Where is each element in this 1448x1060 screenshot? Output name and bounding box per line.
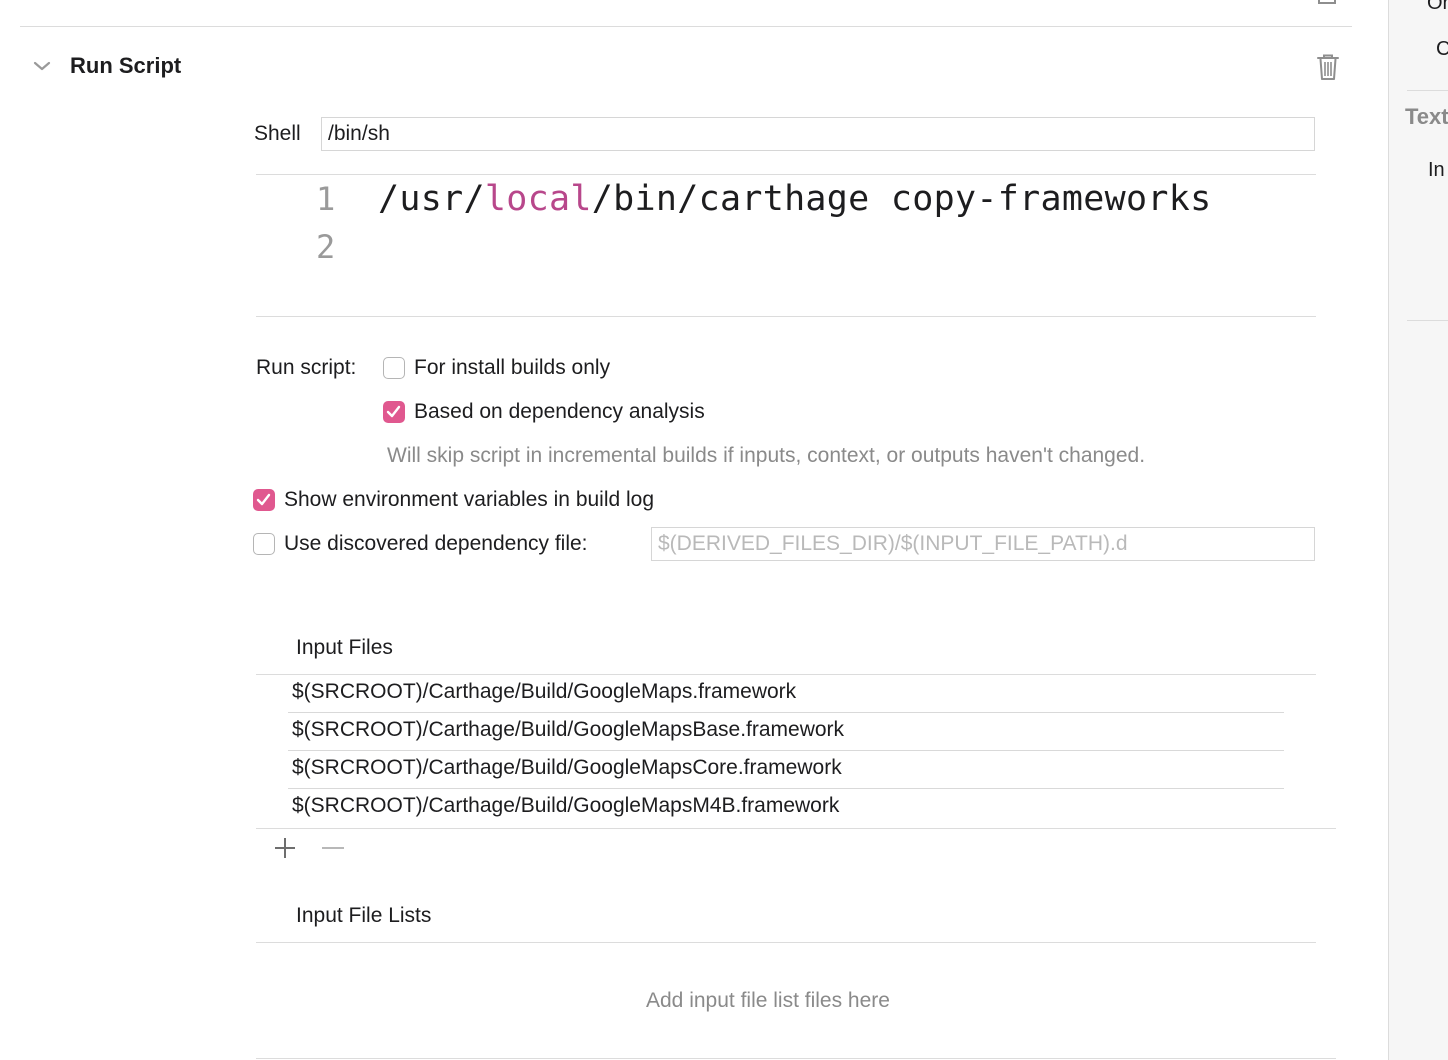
input-file-path: $(SRCROOT)/Carthage/Build/GoogleMapsBase… bbox=[292, 718, 845, 741]
input-file-lists-empty-hint: Add input file list files here bbox=[646, 989, 890, 1012]
inspector-panel: Or C Text In bbox=[1388, 0, 1448, 1060]
disclosure-chevron-down-icon[interactable] bbox=[30, 54, 54, 78]
input-file-path: $(SRCROOT)/Carthage/Build/GoogleMaps.fra… bbox=[292, 680, 797, 703]
shell-label: Shell bbox=[254, 122, 301, 145]
script-keyword-local: local bbox=[484, 179, 592, 219]
dependency-file-label: Use discovered dependency file: bbox=[284, 532, 588, 555]
add-input-file-button[interactable] bbox=[272, 836, 298, 860]
dependency-file-input[interactable]: $(DERIVED_FILES_DIR)/$(INPUT_FILE_PATH).… bbox=[651, 527, 1315, 561]
script-line-1: /usr/local/bin/carthage copy-frameworks bbox=[378, 179, 1212, 219]
inspector-top-text-1: Or bbox=[1427, 0, 1448, 14]
show-env-vars-label: Show environment variables in build log bbox=[284, 488, 655, 511]
inspector-section-title: Text bbox=[1405, 104, 1448, 129]
previous-phase-trash-icon[interactable] bbox=[1318, 0, 1336, 4]
delete-phase-trash-icon[interactable] bbox=[1314, 52, 1342, 82]
script-path-suffix: /bin/carthage copy-frameworks bbox=[591, 179, 1212, 219]
line-number-2: 2 bbox=[316, 228, 336, 266]
install-builds-only-checkbox[interactable] bbox=[383, 357, 405, 379]
remove-input-file-button[interactable] bbox=[320, 836, 346, 860]
input-file-lists-top-divider bbox=[256, 942, 1316, 943]
show-env-vars-checkbox[interactable] bbox=[253, 489, 275, 511]
dependency-file-placeholder: $(DERIVED_FILES_DIR)/$(INPUT_FILE_PATH).… bbox=[658, 532, 1128, 555]
run-script-label: Run script: bbox=[256, 356, 357, 379]
plus-icon bbox=[275, 838, 295, 858]
input-file-path: $(SRCROOT)/Carthage/Build/GoogleMapsM4B.… bbox=[292, 794, 840, 817]
inspector-item-1: In bbox=[1428, 159, 1445, 181]
inspector-divider-2 bbox=[1407, 320, 1448, 321]
input-file-row[interactable]: $(SRCROOT)/Carthage/Build/GoogleMapsM4B.… bbox=[288, 789, 1284, 827]
input-file-path: $(SRCROOT)/Carthage/Build/GoogleMapsCore… bbox=[292, 756, 842, 779]
shell-value: /bin/sh bbox=[328, 122, 390, 145]
phase-title: Run Script bbox=[70, 53, 182, 78]
input-file-lists-title: Input File Lists bbox=[296, 904, 432, 927]
dependency-analysis-label: Based on dependency analysis bbox=[414, 400, 705, 423]
input-file-row[interactable]: $(SRCROOT)/Carthage/Build/GoogleMapsBase… bbox=[288, 713, 1284, 751]
shell-input[interactable]: /bin/sh bbox=[321, 117, 1315, 151]
input-file-lists-bottom-divider bbox=[256, 1058, 1336, 1059]
input-file-row[interactable]: $(SRCROOT)/Carthage/Build/GoogleMaps.fra… bbox=[288, 675, 1284, 713]
build-phases-editor: Run Script Shell /bin/sh 1 2 /usr/local/… bbox=[0, 0, 1388, 1060]
dependency-analysis-checkbox[interactable] bbox=[383, 401, 405, 423]
input-file-row[interactable]: $(SRCROOT)/Carthage/Build/GoogleMapsCore… bbox=[288, 751, 1284, 789]
script-path-prefix: /usr/ bbox=[378, 179, 485, 219]
phase-top-divider bbox=[20, 26, 1352, 27]
line-number-1: 1 bbox=[316, 180, 336, 218]
input-files-title: Input Files bbox=[296, 636, 393, 659]
dependency-file-checkbox[interactable] bbox=[253, 533, 275, 555]
dependency-analysis-hint: Will skip script in incremental builds i… bbox=[387, 444, 1146, 467]
inspector-divider-1 bbox=[1407, 90, 1448, 91]
install-builds-only-label: For install builds only bbox=[414, 356, 611, 379]
script-editor[interactable]: 1 2 /usr/local/bin/carthage copy-framewo… bbox=[256, 175, 1316, 316]
inspector-top-text-2: C bbox=[1436, 38, 1448, 61]
minus-icon bbox=[322, 847, 344, 849]
editor-bottom-divider bbox=[256, 316, 1316, 317]
input-files-bottom-divider bbox=[256, 828, 1336, 829]
